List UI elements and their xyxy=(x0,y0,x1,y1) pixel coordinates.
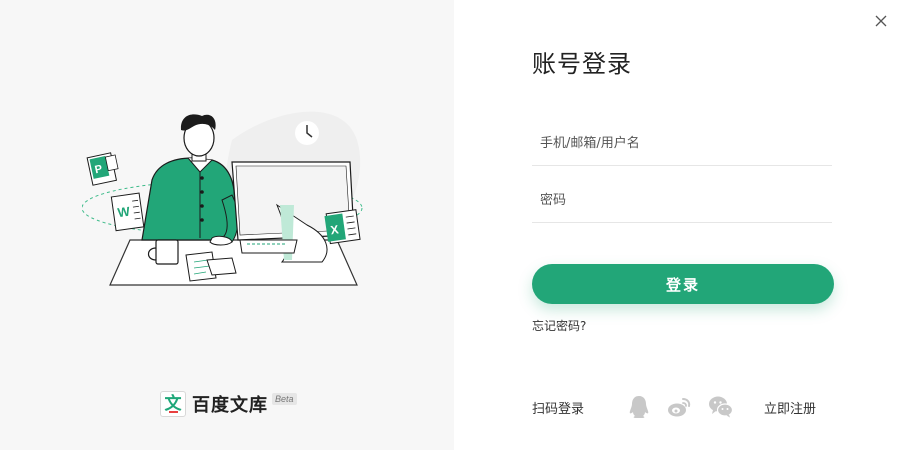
weibo-icon[interactable] xyxy=(666,394,692,420)
wenku-logo-icon: 文 xyxy=(160,391,186,417)
logo-glyph: 文 xyxy=(164,393,182,414)
username-field xyxy=(532,122,832,166)
beta-badge: Beta xyxy=(272,393,297,405)
password-field xyxy=(532,179,832,223)
scan-login-link[interactable]: 扫码登录 xyxy=(532,398,584,417)
qq-icon[interactable] xyxy=(626,394,652,420)
brand-name: 百度文库 xyxy=(192,395,268,416)
login-dialog: P W X 文 百度文库 Beta 账号登录 手机/邮箱/用户名 登录 忘记密码… xyxy=(0,0,908,450)
register-link[interactable]: 立即注册 xyxy=(764,398,816,417)
wechat-icon[interactable] xyxy=(708,394,734,420)
office-worker-illustration: P W X xyxy=(82,111,363,286)
alternate-login-row: 扫码登录 立即注册 xyxy=(532,392,832,422)
logo-underline xyxy=(169,411,178,413)
login-button[interactable]: 登录 xyxy=(532,264,834,304)
forgot-password-link[interactable]: 忘记密码? xyxy=(532,317,586,334)
illustration-panel: P W X 文 百度文库 Beta xyxy=(0,0,454,450)
close-icon[interactable] xyxy=(872,12,890,30)
username-input[interactable] xyxy=(532,122,832,165)
page-title: 账号登录 xyxy=(532,50,632,78)
password-input[interactable] xyxy=(532,179,832,222)
login-form-panel: 账号登录 登录 忘记密码? 扫码登录 xyxy=(454,0,908,450)
baidu-wenku-logo: 文 百度文库 Beta xyxy=(160,390,297,418)
